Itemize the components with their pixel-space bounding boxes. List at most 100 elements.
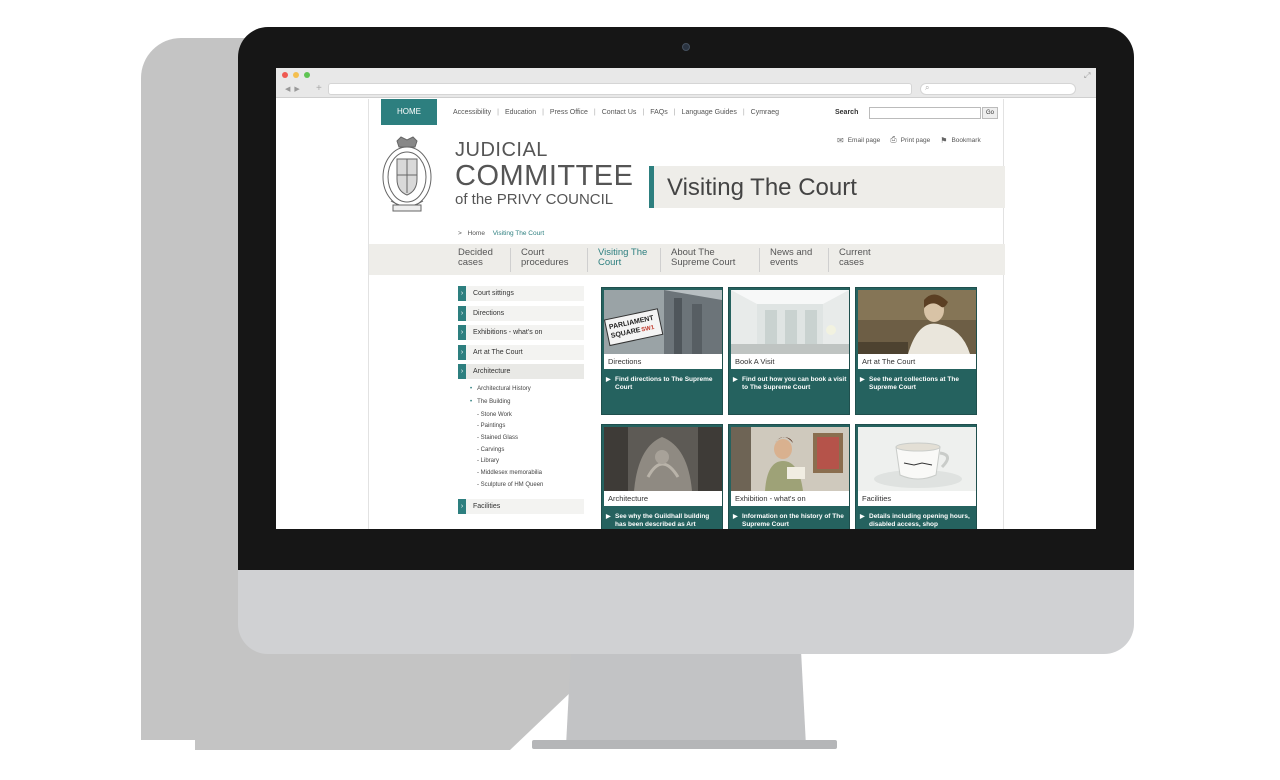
sidebar-item-court-sittings[interactable]: › Court sittings <box>458 286 584 301</box>
tile-caption: Facilities <box>858 491 976 506</box>
exhibition-photo <box>731 427 849 491</box>
top-link-accessibility[interactable]: Accessibility <box>453 109 491 116</box>
search-label: Search <box>835 109 859 116</box>
submenu-architectural-history[interactable]: • Architectural History <box>470 383 584 397</box>
arrow-right-icon: ▶ <box>733 377 738 383</box>
submenu-the-building[interactable]: • The Building <box>470 396 584 410</box>
sidebar-item-label: Art at The Court <box>473 348 523 356</box>
nav-news-and-events[interactable]: News and events <box>759 248 812 272</box>
search-input[interactable] <box>869 107 981 119</box>
chevron-right-icon: › <box>458 344 466 360</box>
submenu-stained-glass[interactable]: - Stained Glass <box>470 433 584 445</box>
tile-caption: Directions <box>604 354 722 369</box>
breadcrumb: > Home Visiting The Court <box>458 230 544 237</box>
new-tab-icon[interactable]: + <box>316 83 322 94</box>
nav-decided-cases[interactable]: Decided cases <box>458 248 493 272</box>
sidebar-item-facilities[interactable]: › Facilities <box>458 499 584 515</box>
monitor-chin <box>238 570 1134 654</box>
browser-search-field[interactable]: ⌕ <box>920 83 1076 95</box>
tile-book-a-visit[interactable]: Book A Visit ▶ Find out how you can book … <box>728 287 850 415</box>
separator: | <box>673 109 676 116</box>
page-title: Visiting The Court <box>667 174 857 201</box>
arrow-right-icon: ▶ <box>606 377 611 383</box>
nav-court-procedures[interactable]: Court procedures <box>510 248 569 272</box>
separator: | <box>497 109 499 116</box>
sidebar-item-label: Court sittings <box>473 290 514 297</box>
architecture-carving-photo <box>604 427 722 491</box>
logo-line-privy-council: of the PRIVY COUNCIL <box>455 191 614 208</box>
chevron-right-icon: › <box>458 499 466 515</box>
bookmark-link[interactable]: ⚑ Bookmark <box>940 135 980 145</box>
maximize-window-button[interactable] <box>304 72 310 78</box>
top-link-language-guides[interactable]: Language Guides <box>682 109 737 116</box>
print-page-link[interactable]: ⎙ Print page <box>890 135 930 145</box>
royal-crest-logo[interactable] <box>379 135 435 217</box>
breadcrumb-current: Visiting The Court <box>492 230 545 237</box>
submenu-label: Architectural History <box>477 385 531 392</box>
top-bar: HOME Accessibility | Education | Press Off… <box>369 99 1005 125</box>
submenu-carvings[interactable]: - Carvings <box>470 445 584 457</box>
tile-description-text: Information on the history of The Suprem… <box>742 513 844 528</box>
tile-exhibition[interactable]: Exhibition - what's on ▶ Information on t… <box>728 424 850 529</box>
nav-visiting-the-court[interactable]: Visiting The Court <box>587 248 647 272</box>
sidebar-item-directions[interactable]: › Directions <box>458 305 584 321</box>
title-accent-bar <box>649 166 654 208</box>
submenu-library[interactable]: - Library <box>470 456 584 468</box>
chevron-right-icon: › <box>458 364 466 379</box>
close-window-button[interactable] <box>282 72 288 78</box>
submenu-paintings[interactable]: - Paintings <box>470 421 584 433</box>
home-tab[interactable]: HOME <box>381 99 437 125</box>
tile-directions[interactable]: PARLIAMENT SQUARE SW1 Directions ▶ Find d… <box>601 287 723 415</box>
tile-description: ▶ Information on the history of The Supre… <box>733 513 847 529</box>
submenu-sculpture-of-hm-queen[interactable]: - Sculpture of HM Queen <box>470 480 584 492</box>
sidebar-item-label: Architecture <box>473 368 511 375</box>
bookmark-icon: ⚑ <box>940 135 948 145</box>
fullscreen-icon[interactable]: ⤢ <box>1084 71 1090 81</box>
logo-line-committee: COMMITTEE <box>455 160 634 192</box>
nav-about-the-supreme-court[interactable]: About The Supreme Court <box>660 248 735 272</box>
logo-wordmark[interactable]: JUDICIAL COMMITTEE of the PRIVY COUNCIL <box>455 139 634 209</box>
monitor-stand <box>566 654 806 746</box>
tile-architecture[interactable]: Architecture ▶ See why the Guildhall buil… <box>601 424 723 529</box>
go-button[interactable]: Go <box>982 107 998 119</box>
submenu-stone-work[interactable]: - Stone Work <box>470 410 584 422</box>
email-page-label: Email page <box>847 136 881 144</box>
url-bar[interactable] <box>328 83 912 95</box>
breadcrumb-arrow: > <box>458 230 462 237</box>
separator: | <box>742 109 745 116</box>
sidebar-item-label: Facilities <box>473 503 501 511</box>
logo-line-judicial: JUDICIAL <box>455 139 548 161</box>
web-page: HOME Accessibility | Education | Press Off… <box>368 99 1005 529</box>
browser-chrome: ◀▶ + ⌕ ⤢ <box>276 68 1096 98</box>
submenu-middlesex-memorabilia[interactable]: - Middlesex memorabilia <box>470 468 584 480</box>
sidebar-item-exhibitions[interactable]: › Exhibitions - what's on <box>458 325 584 340</box>
directions-photo: PARLIAMENT SQUARE SW1 <box>604 290 722 354</box>
tile-art-at-the-court[interactable]: Art at The Court ▶ See the art collection… <box>855 287 977 415</box>
top-link-cymraeg[interactable]: Cymraeg <box>751 109 779 116</box>
nav-current-cases[interactable]: Current cases <box>828 248 871 272</box>
architecture-submenu: • Architectural History • The Building - S… <box>458 383 584 492</box>
tile-description: ▶ Details including opening hours, disabl… <box>860 513 974 529</box>
top-link-faqs[interactable]: FAQs <box>650 109 668 116</box>
arrow-right-icon: ▶ <box>860 514 865 520</box>
sidebar-item-art-at-the-court[interactable]: › Art at The Court <box>458 344 584 360</box>
chevron-right-icon: › <box>458 305 466 321</box>
separator: | <box>542 109 544 116</box>
camera-icon <box>682 43 690 51</box>
top-link-contact-us[interactable]: Contact Us <box>602 109 637 116</box>
tile-facilities[interactable]: Facilities ▶ Details including opening ho… <box>855 424 977 529</box>
tile-description: ▶ See why the Guildhall building has been… <box>606 513 720 529</box>
sidebar-item-architecture[interactable]: › Architecture <box>458 364 584 379</box>
nav-line: cases <box>458 257 483 268</box>
email-page-link[interactable]: ✉ Email page <box>837 135 880 145</box>
tile-description: ▶ Find out how you can book a visit to Th… <box>733 376 847 392</box>
top-link-press-office[interactable]: Press Office <box>550 109 588 116</box>
top-link-education[interactable]: Education <box>505 109 536 116</box>
print-icon: ⎙ <box>890 135 897 144</box>
minimize-window-button[interactable] <box>293 72 299 78</box>
monitor-stand-base <box>532 740 837 749</box>
back-forward-icon[interactable]: ◀▶ <box>285 85 304 93</box>
nav-line: events <box>770 257 798 268</box>
breadcrumb-home[interactable]: Home <box>468 230 485 237</box>
screen: ◀▶ + ⌕ ⤢ HOME Accessibility | Education | … <box>276 68 1096 529</box>
